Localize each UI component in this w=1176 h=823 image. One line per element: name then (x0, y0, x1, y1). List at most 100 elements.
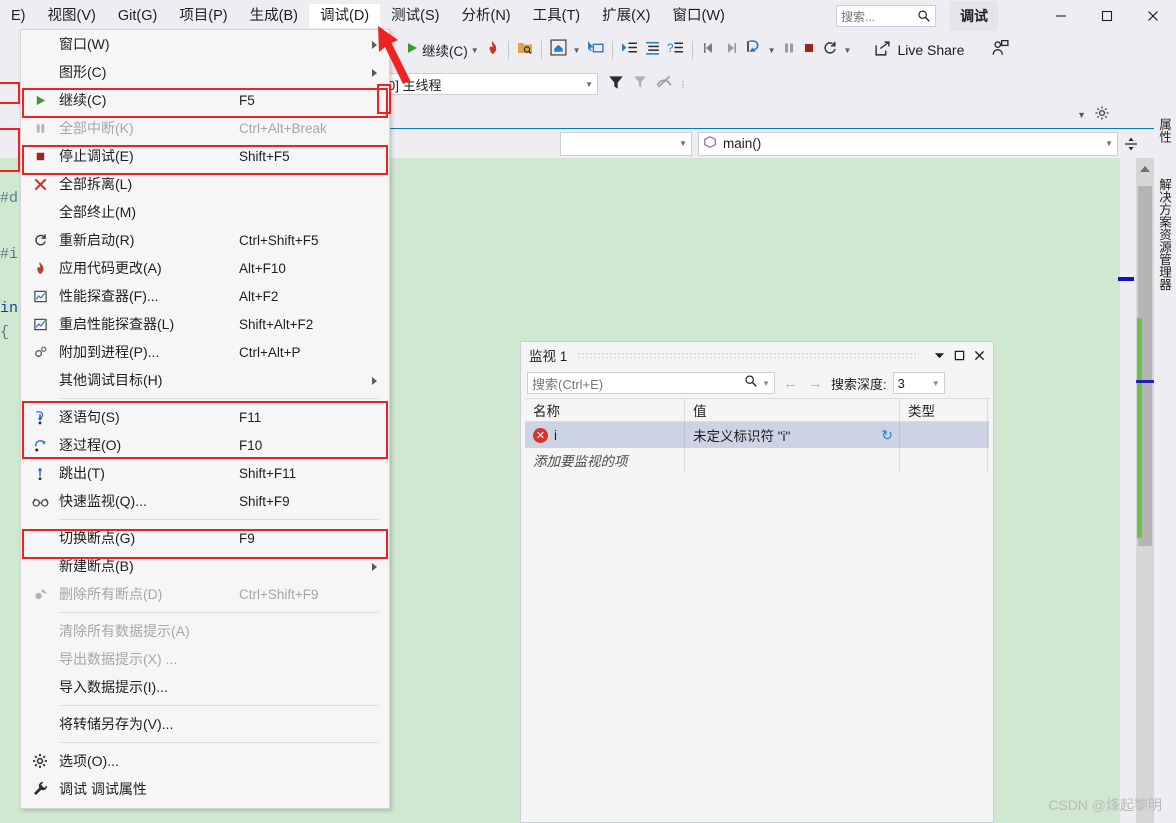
menu-item-18[interactable]: 新建断点(B) (21, 552, 389, 580)
menu-item-24[interactable]: 选项(O)... (21, 747, 389, 775)
close-button[interactable] (1130, 1, 1176, 31)
menu-item-17[interactable]: 切换断点(G) F9 (21, 524, 389, 552)
column-header-type[interactable]: 类型 (900, 398, 988, 422)
stack-frame-button[interactable] (628, 71, 652, 97)
drag-handle-dots[interactable] (577, 352, 919, 358)
menu-item-7[interactable]: 重新启动(R) Ctrl+Shift+F5 (21, 226, 389, 254)
uncomment-button[interactable]: ? (664, 37, 687, 63)
watch-row-name-cell[interactable]: ✕ i (525, 422, 685, 448)
watch-row-type-cell[interactable] (900, 422, 988, 448)
menu-item-14[interactable]: 逐过程(O) F10 (21, 431, 389, 459)
menu-item-shortcut: Ctrl+Alt+P (239, 344, 301, 360)
search-next-button[interactable]: → (806, 375, 825, 392)
menubar-item-analyze[interactable]: 分析(N) (450, 4, 521, 29)
comment-button[interactable] (641, 37, 664, 63)
watch-add-row[interactable]: 添加要监视的项 (525, 448, 989, 472)
toolbar-overflow-2[interactable]: ▼ (765, 37, 779, 63)
menu-item-23[interactable]: 将转储另存为(V)... (21, 710, 389, 738)
rail-tab-properties[interactable]: 属性 (1156, 118, 1174, 143)
hot-reload-button[interactable] (482, 37, 503, 63)
watch-row-value-cell[interactable]: 未定义标识符 "i" ↻ (685, 422, 900, 448)
watch-search-input[interactable]: 搜索(Ctrl+E) ▼ (527, 372, 775, 394)
search-depth-value: 3 (897, 375, 905, 391)
menu-item-0[interactable]: 窗口(W) (21, 30, 389, 58)
menubar-item-window[interactable]: 窗口(W) (661, 4, 735, 29)
stop-debugging-toolbar-button[interactable] (799, 37, 819, 63)
find-in-files-button[interactable] (514, 37, 536, 63)
scope-combo[interactable]: ▼ (560, 131, 692, 156)
menu-item-8[interactable]: 应用代码更改(A) Alt+F10 (21, 254, 389, 282)
close-icon[interactable] (969, 345, 989, 365)
column-header-name[interactable]: 名称 (525, 398, 685, 422)
people-icon (991, 39, 1009, 62)
menu-item-9[interactable]: 性能探查器(F)... Alt+F2 (21, 282, 389, 310)
menu-item-1[interactable]: 图形(C) (21, 58, 389, 86)
menubar-item-extensions[interactable]: 扩展(X) (591, 4, 661, 29)
menubar-item-file[interactable]: E) (0, 4, 37, 29)
select-element-icon (587, 39, 604, 61)
maximize-button[interactable] (1084, 1, 1130, 31)
menu-item-label: 附加到进程(P)... (59, 344, 160, 360)
search-input[interactable]: 搜索... (836, 5, 936, 27)
toolbar-overflow-4[interactable]: ⋮ (676, 71, 690, 97)
menubar-item-debug[interactable]: 调试(D) (309, 3, 381, 29)
hot-reload-icon (21, 254, 59, 282)
watch-add-value-cell[interactable] (685, 448, 900, 472)
search-depth-combo[interactable]: 3 ▼ (892, 372, 945, 394)
maximize-icon[interactable] (949, 345, 969, 365)
menu-item-13[interactable]: 逐语句(S) F11 (21, 403, 389, 431)
menu-item-11[interactable]: 附加到进程(P)... Ctrl+Alt+P (21, 338, 389, 366)
menu-item-5[interactable]: 全部拆离(L) (21, 170, 389, 198)
menu-item-label: 全部终止(M) (59, 204, 136, 220)
rail-tab-solution-explorer[interactable]: 解决方案资源管理器 (1156, 178, 1174, 291)
menu-item-10[interactable]: 重启性能探查器(L) Shift+Alt+F2 (21, 310, 389, 338)
step-forward-button[interactable] (720, 37, 742, 63)
menu-item-4[interactable]: 停止调试(E) Shift+F5 (21, 142, 389, 170)
chevron-down-icon[interactable]: ▼ (471, 46, 479, 55)
chevron-down-icon[interactable]: ▼ (758, 379, 770, 388)
menu-item-icon-none (21, 30, 59, 58)
restart-toolbar-button[interactable] (819, 37, 841, 63)
refresh-icon[interactable]: ↻ (881, 427, 893, 444)
menu-item-icon-none (21, 198, 59, 226)
toolbar-overflow-1[interactable]: ▼ (570, 37, 584, 63)
step-back-icon (701, 40, 717, 61)
filter-button[interactable] (604, 71, 628, 97)
menubar-item-view[interactable]: 视图(V) (37, 4, 107, 29)
indent-button[interactable] (618, 37, 641, 63)
menu-item-25[interactable]: 调试 调试属性 (21, 775, 389, 803)
menubar-item-tools[interactable]: 工具(T) (522, 4, 592, 29)
menubar-item-project[interactable]: 项目(P) (168, 4, 238, 29)
symbol-combo[interactable]: main() ▼ (698, 131, 1118, 156)
menu-item-22[interactable]: 导入数据提示(I)... (21, 673, 389, 701)
dropdown-icon[interactable] (929, 345, 949, 365)
column-header-value[interactable]: 值 (685, 398, 900, 422)
live-share-button[interactable]: Live Share (874, 40, 964, 60)
menubar-item-build[interactable]: 生成(B) (239, 4, 309, 29)
menu-item-2[interactable]: 继续(C) F5 (21, 86, 389, 114)
menubar-item-git[interactable]: Git(G) (107, 4, 168, 29)
table-row[interactable]: ✕ i 未定义标识符 "i" ↻ (525, 422, 989, 448)
home-button[interactable] (547, 37, 570, 63)
menu-item-12[interactable]: 其他调试目标(H) (21, 366, 389, 394)
break-all-button[interactable] (779, 37, 799, 63)
menu-item-16[interactable]: 快速监视(Q)... Shift+F9 (21, 487, 389, 515)
split-editor-button[interactable] (1118, 136, 1144, 152)
menu-item-3: 全部中断(K) Ctrl+Alt+Break (21, 114, 389, 142)
search-prev-button[interactable]: ← (781, 375, 800, 392)
watch-add-type-cell[interactable] (900, 448, 988, 472)
menu-item-6[interactable]: 全部终止(M) (21, 198, 389, 226)
toolbar-overflow-3[interactable]: ▼ (841, 37, 855, 63)
select-element-button[interactable] (584, 37, 607, 63)
step-back-button[interactable] (698, 37, 720, 63)
gear-icon[interactable] (1094, 105, 1110, 126)
menu-item-15[interactable]: 跳出(T) Shift+F11 (21, 459, 389, 487)
people-button[interactable] (988, 37, 1012, 63)
chevron-down-icon[interactable]: ▼ (1077, 110, 1086, 120)
menu-item-label: 继续(C) (59, 92, 107, 108)
scroll-up-arrow-icon[interactable] (1140, 166, 1150, 172)
editor-vertical-scrollbar[interactable] (1136, 158, 1154, 823)
minimize-button[interactable] (1038, 1, 1084, 31)
step-into-toolbar-button[interactable] (742, 37, 765, 63)
toggle-external-code-button[interactable] (652, 71, 676, 97)
